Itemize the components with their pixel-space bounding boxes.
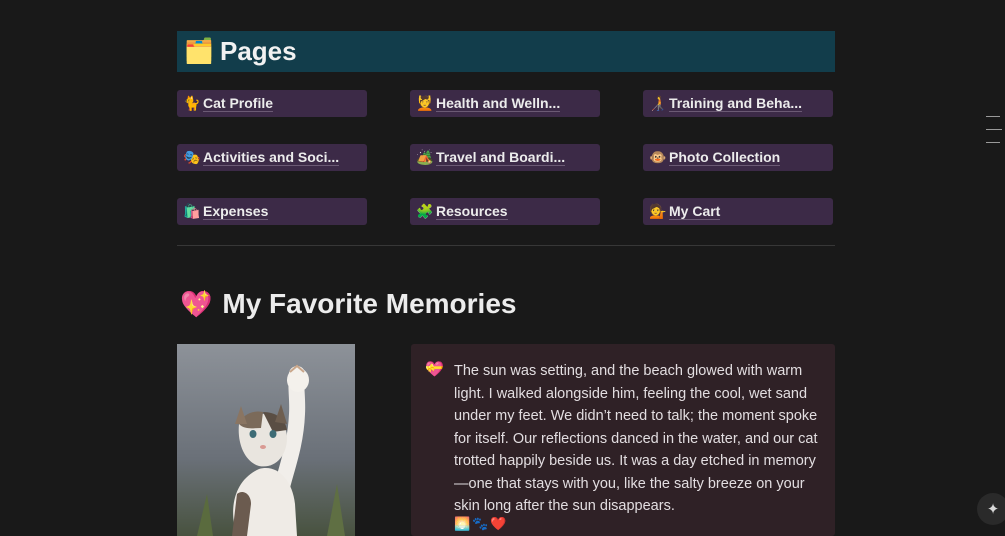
page-link-health-and-wellness[interactable]: 💆 Health and Welln... [410, 90, 600, 117]
person-tipping-hand-icon: 💁 [649, 203, 667, 219]
page-link-cat-profile[interactable]: 🐈 Cat Profile [177, 90, 367, 117]
memories-heading: 💖 My Favorite Memories [180, 286, 516, 322]
shopping-bags-icon: 🛍️ [183, 203, 201, 219]
pages-section-title: Pages [220, 36, 297, 66]
section-divider [177, 245, 835, 246]
massage-icon: 💆 [416, 95, 434, 111]
person-with-cane-icon: 🧑‍🦯 [649, 95, 667, 111]
sunset-paw-heart-emojis: 🌅🐾❤️ [454, 516, 509, 531]
page-link-label: Expenses [203, 202, 269, 220]
page-link-expenses[interactable]: 🛍️ Expenses [177, 198, 367, 225]
page-link-label: Resources [436, 202, 508, 220]
page-link-label: My Cart [669, 202, 721, 220]
puzzle-icon: 🧩 [416, 203, 434, 219]
memory-text[interactable]: The sun was setting, and the beach glowe… [454, 360, 824, 518]
page-link-label: Travel and Boardi... [436, 148, 566, 166]
page-link-my-cart[interactable]: 💁 My Cart [643, 198, 833, 225]
ai-assistant-button[interactable]: ✦ [977, 493, 1005, 525]
memory-callout[interactable]: 💝 The sun was setting, and the beach glo… [411, 344, 835, 536]
sparkling-heart-icon: 💖 [180, 288, 213, 319]
performing-arts-icon: 🎭 [183, 149, 201, 165]
page-link-label: Cat Profile [203, 94, 274, 112]
page-link-travel-and-boarding[interactable]: 🏕️ Travel and Boardi... [410, 144, 600, 171]
toc-line [986, 116, 1000, 117]
table-of-contents-indicator[interactable] [986, 116, 1002, 155]
cat-photo[interactable] [177, 344, 355, 536]
memories-title: My Favorite Memories [222, 288, 517, 319]
page-link-label: Activities and Soci... [203, 148, 340, 166]
page-link-photo-collection[interactable]: 🐵 Photo Collection [643, 144, 833, 171]
camping-icon: 🏕️ [416, 149, 434, 165]
page-link-activities-and-socialization[interactable]: 🎭 Activities and Soci... [177, 144, 367, 171]
pages-section-header: 🗂️ Pages [177, 31, 835, 72]
monkey-icon: 🐵 [649, 149, 667, 165]
toc-line [986, 142, 1000, 143]
page-link-label: Training and Beha... [669, 94, 803, 112]
sparkle-icon: ✦ [986, 501, 1000, 518]
toc-line [986, 129, 1002, 130]
cat-icon: 🐈 [183, 95, 201, 111]
page-link-label: Photo Collection [669, 148, 781, 166]
page-link-training-and-behavior[interactable]: 🧑‍🦯 Training and Beha... [643, 90, 833, 117]
page-link-label: Health and Welln... [436, 94, 561, 112]
heart-with-ribbon-icon: 💝 [425, 361, 444, 378]
card-index-dividers-icon: 🗂️ [184, 38, 214, 65]
cat-reaching-up-image [177, 344, 355, 536]
page-link-resources[interactable]: 🧩 Resources [410, 198, 600, 225]
